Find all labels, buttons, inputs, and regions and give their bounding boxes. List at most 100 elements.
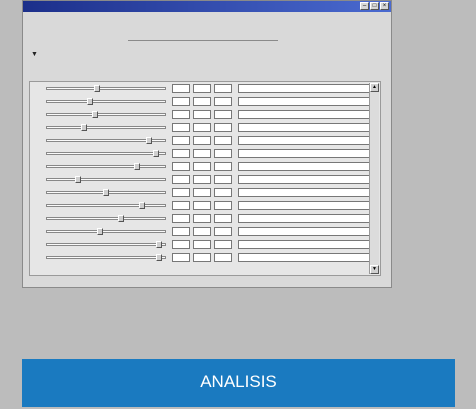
slider-thumb[interactable]: [75, 176, 81, 183]
table-row: [30, 173, 380, 186]
close-button[interactable]: ×: [380, 2, 389, 10]
description-field: [238, 227, 378, 236]
slider-track[interactable]: [46, 124, 166, 131]
description-field: [238, 175, 378, 184]
description-field: [238, 84, 378, 93]
slider-thumb[interactable]: [103, 189, 109, 196]
column-headers: ▼: [23, 47, 391, 67]
slider-track[interactable]: [46, 163, 166, 170]
slider-thumb[interactable]: [81, 124, 87, 131]
title-bar: – □ ×: [23, 1, 391, 12]
table-row: [30, 147, 380, 160]
slider-track[interactable]: [46, 137, 166, 144]
description-field: [238, 253, 378, 262]
value-field-2[interactable]: [193, 240, 211, 249]
scrollbar[interactable]: ▲ ▼: [369, 83, 379, 274]
value-field-2[interactable]: [193, 110, 211, 119]
slider-thumb[interactable]: [94, 85, 100, 92]
row-number: [34, 137, 44, 143]
value-field-3[interactable]: [214, 240, 232, 249]
table-row: [30, 121, 380, 134]
value-field-1[interactable]: [172, 175, 190, 184]
slider-thumb[interactable]: [118, 215, 124, 222]
slider-track[interactable]: [46, 85, 166, 92]
value-field-2[interactable]: [193, 227, 211, 236]
slider-thumb[interactable]: [139, 202, 145, 209]
slider-track[interactable]: [46, 111, 166, 118]
value-field-2[interactable]: [193, 84, 211, 93]
value-field-1[interactable]: [172, 227, 190, 236]
triangle-up-icon[interactable]: ▲: [370, 83, 379, 92]
value-field-1[interactable]: [172, 253, 190, 262]
triangle-down-icon[interactable]: ▼: [370, 265, 379, 274]
slider-track[interactable]: [46, 189, 166, 196]
value-field-1[interactable]: [172, 214, 190, 223]
value-field-2[interactable]: [193, 136, 211, 145]
value-field-1[interactable]: [172, 201, 190, 210]
value-field-2[interactable]: [193, 97, 211, 106]
description-field: [238, 214, 378, 223]
value-field-1[interactable]: [172, 97, 190, 106]
minimize-button[interactable]: –: [360, 2, 369, 10]
value-field-1[interactable]: [172, 136, 190, 145]
value-field-2[interactable]: [193, 188, 211, 197]
slider-track[interactable]: [46, 254, 166, 261]
value-field-2[interactable]: [193, 175, 211, 184]
value-field-3[interactable]: [214, 201, 232, 210]
value-field-3[interactable]: [214, 123, 232, 132]
maximize-button[interactable]: □: [370, 2, 379, 10]
value-field-1[interactable]: [172, 110, 190, 119]
value-field-3[interactable]: [214, 227, 232, 236]
value-field-3[interactable]: [214, 110, 232, 119]
slider-thumb[interactable]: [134, 163, 140, 170]
value-field-3[interactable]: [214, 149, 232, 158]
slider-track[interactable]: [46, 150, 166, 157]
value-field-2[interactable]: [193, 201, 211, 210]
slider-thumb[interactable]: [87, 98, 93, 105]
slider-thumb[interactable]: [156, 254, 162, 261]
value-field-3[interactable]: [214, 253, 232, 262]
value-field-3[interactable]: [214, 214, 232, 223]
table-row: [30, 134, 380, 147]
slider-track[interactable]: [46, 228, 166, 235]
slider-thumb[interactable]: [153, 150, 159, 157]
table-row: [30, 238, 380, 251]
slider-track[interactable]: [46, 215, 166, 222]
value-field-3[interactable]: [214, 188, 232, 197]
description-field: [238, 162, 378, 171]
value-field-3[interactable]: [214, 175, 232, 184]
value-field-1[interactable]: [172, 149, 190, 158]
description-field: [238, 97, 378, 106]
value-field-2[interactable]: [193, 123, 211, 132]
description-field: [238, 149, 378, 158]
slider-track[interactable]: [46, 202, 166, 209]
slider-thumb[interactable]: [97, 228, 103, 235]
value-field-3[interactable]: [214, 84, 232, 93]
row-number: [34, 85, 44, 91]
value-field-1[interactable]: [172, 162, 190, 171]
slider-thumb[interactable]: [92, 111, 98, 118]
slider-track[interactable]: [46, 98, 166, 105]
value-field-3[interactable]: [214, 162, 232, 171]
value-field-1[interactable]: [172, 240, 190, 249]
slider-track[interactable]: [46, 176, 166, 183]
table-row: [30, 82, 380, 95]
description-field: [238, 240, 378, 249]
row-number: [34, 241, 44, 247]
slider-thumb[interactable]: [146, 137, 152, 144]
value-field-1[interactable]: [172, 123, 190, 132]
row-number: [34, 202, 44, 208]
value-field-2[interactable]: [193, 162, 211, 171]
slider-thumb[interactable]: [156, 241, 162, 248]
value-field-3[interactable]: [214, 136, 232, 145]
value-field-2[interactable]: [193, 149, 211, 158]
table-row: [30, 212, 380, 225]
value-field-3[interactable]: [214, 97, 232, 106]
table-row: [30, 225, 380, 238]
value-field-1[interactable]: [172, 84, 190, 93]
value-field-1[interactable]: [172, 188, 190, 197]
slider-track[interactable]: [46, 241, 166, 248]
value-field-2[interactable]: [193, 253, 211, 262]
row-number: [34, 176, 44, 182]
value-field-2[interactable]: [193, 214, 211, 223]
